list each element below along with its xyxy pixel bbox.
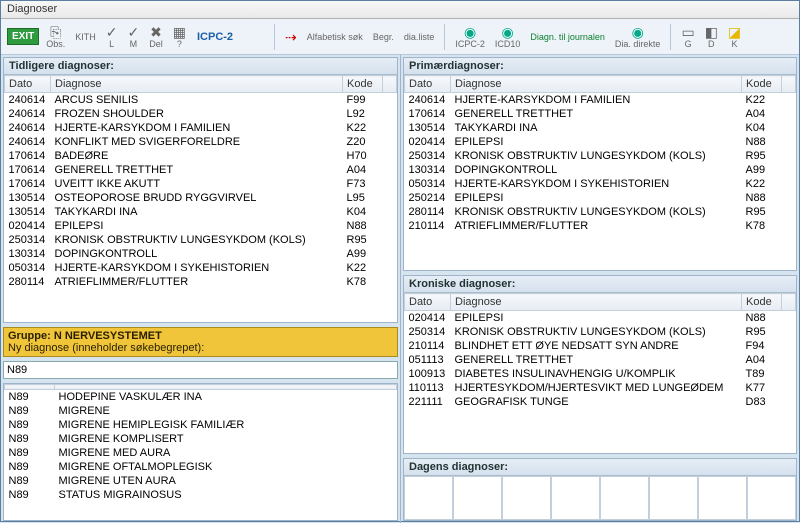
- table-row[interactable]: N89MIGRENE UTEN AURA: [5, 474, 397, 488]
- table-row[interactable]: 240614HJERTE-KARSYKDOM I FAMILIENK22: [5, 121, 397, 135]
- table-row[interactable]: 210114BLINDHET ETT ØYE NEDSATT SYN ANDRE…: [405, 339, 796, 353]
- col-dato[interactable]: Dato: [405, 294, 451, 311]
- table-row[interactable]: 110113HJERTESYKDOM/HJERTESVIKT MED LUNGE…: [405, 381, 796, 395]
- toolbar-K[interactable]: ◪K: [725, 22, 744, 52]
- table-row[interactable]: 170614GENERELL TRETTHETA04: [5, 163, 397, 177]
- table-row[interactable]: 130314DOPINGKONTROLLA99: [5, 247, 397, 261]
- col-dato[interactable]: Dato: [405, 76, 451, 93]
- col-code[interactable]: [5, 385, 55, 390]
- table-row[interactable]: N89MIGRENE MED AURA: [5, 446, 397, 460]
- toolbar-del[interactable]: ✖Del: [146, 22, 166, 52]
- primaer-table[interactable]: Dato Diagnose Kode 240614HJERTE-KARSYKDO…: [404, 75, 796, 270]
- table-row[interactable]: N89MIGRENE HEMIPLEGISK FAMILIÆR: [5, 418, 397, 432]
- table-row[interactable]: N89HODEPINE VASKULÆR INA: [5, 390, 397, 405]
- toolbar-separator: [274, 24, 275, 50]
- table-row[interactable]: N89MIGRENE: [5, 404, 397, 418]
- toolbar-L[interactable]: ✓L: [103, 22, 121, 52]
- table-row[interactable]: 170614GENERELL TRETTHETA04: [405, 107, 796, 121]
- toolbar-begr[interactable]: Begr.: [370, 22, 397, 52]
- table-row[interactable]: 130314DOPINGKONTROLLA99: [405, 163, 796, 177]
- toolbar-D[interactable]: ◧D: [702, 22, 721, 52]
- icpc2-label: ICPC-2: [197, 31, 233, 43]
- table-row[interactable]: N89MIGRENE OFTALMOPLEGISK: [5, 460, 397, 474]
- col-diagnose[interactable]: Diagnose: [451, 76, 742, 93]
- table-row[interactable]: 130514TAKYKARDI INAK04: [5, 205, 397, 219]
- kroniske-title: Kroniske diagnoser:: [404, 276, 796, 293]
- col-kode[interactable]: Kode: [343, 76, 383, 93]
- table-row[interactable]: 240614KONFLIKT MED SVIGERFORELDREZ20: [5, 135, 397, 149]
- toolbar-arrow[interactable]: ⇢: [282, 22, 300, 52]
- table-row[interactable]: 130514OSTEOPOROSE BRUDD RYGGVIRVELL95: [5, 191, 397, 205]
- ny-diagnose-table[interactable]: N89HODEPINE VASKULÆR INAN89MIGRENEN89MIG…: [4, 384, 397, 520]
- toolbar-obs[interactable]: ⎘Obs.: [43, 22, 68, 52]
- toolbar-icpc2[interactable]: ◉ICPC-2: [452, 22, 488, 52]
- table-row[interactable]: 050314HJERTE-KARSYKDOM I SYKEHISTORIENK2…: [405, 177, 796, 191]
- table-row[interactable]: 250214EPILEPSIN88: [405, 191, 796, 205]
- exit-button[interactable]: EXIT: [7, 28, 39, 45]
- table-row[interactable]: N89MIGRENE KOMPLISERT: [5, 432, 397, 446]
- ny-diagnose-panel: N89HODEPINE VASKULÆR INAN89MIGRENEN89MIG…: [3, 383, 398, 521]
- toolbar-tojournal[interactable]: Diagn. til journalen: [527, 22, 608, 52]
- table-row[interactable]: 280114KRONISK OBSTRUKTIV LUNGESYKDOM (KO…: [405, 205, 796, 219]
- table-row[interactable]: 210114ATRIEFLIMMER/FLUTTERK78: [405, 219, 796, 233]
- table-row[interactable]: 100913DIABETES INSULINAVHENGIG U/KOMPLIK…: [405, 367, 796, 381]
- table-row[interactable]: 020414EPILEPSIN88: [405, 311, 796, 326]
- dagens-title: Dagens diagnoser:: [404, 459, 796, 476]
- col-dato[interactable]: Dato: [5, 76, 51, 93]
- kroniske-table[interactable]: Dato Diagnose Kode 020414EPILEPSIN882503…: [404, 293, 796, 453]
- tidligere-title: Tidligere diagnoser:: [4, 58, 397, 75]
- table-row[interactable]: 250314KRONISK OBSTRUKTIV LUNGESYKDOM (KO…: [405, 325, 796, 339]
- table-row[interactable]: 250314KRONISK OBSTRUKTIV LUNGESYKDOM (KO…: [5, 233, 397, 247]
- table-row[interactable]: 020414EPILEPSIN88: [5, 219, 397, 233]
- table-row[interactable]: 050314HJERTE-KARSYKDOM I SYKEHISTORIENK2…: [5, 261, 397, 275]
- table-row[interactable]: 170614BADEØREH70: [5, 149, 397, 163]
- col-desc[interactable]: [55, 385, 397, 390]
- toolbar-help[interactable]: ▦?: [170, 22, 189, 52]
- ny-diagnose-header: Gruppe: N NERVESYSTEMET Ny diagnose (inn…: [3, 327, 398, 357]
- toolbar-diadirekte[interactable]: ◉Dia. direkte: [612, 22, 664, 52]
- col-end: [782, 294, 796, 311]
- window-titlebar: Diagnoser: [1, 1, 799, 19]
- col-diagnose[interactable]: Diagnose: [451, 294, 742, 311]
- tidligere-panel: Tidligere diagnoser: Dato Diagnose Kode …: [3, 57, 398, 323]
- col-diagnose[interactable]: Diagnose: [51, 76, 343, 93]
- toolbar-alphasearch[interactable]: Alfabetisk søk: [304, 22, 366, 52]
- table-row[interactable]: 130514TAKYKARDI INAK04: [405, 121, 796, 135]
- tidligere-table[interactable]: Dato Diagnose Kode 240614ARCUS SENILISF9…: [4, 75, 397, 322]
- toolbar-G[interactable]: ▭G: [678, 22, 697, 52]
- toolbar-kith[interactable]: KITH: [72, 22, 99, 52]
- group-label: Gruppe: N NERVESYSTEMET: [8, 330, 393, 342]
- table-row[interactable]: 280114ATRIEFLIMMER/FLUTTERK78: [5, 275, 397, 289]
- table-row[interactable]: 240614HJERTE-KARSYKDOM I FAMILIENK22: [405, 93, 796, 108]
- ny-diagnose-sublabel: Ny diagnose (inneholder søkebegrepet):: [8, 342, 393, 354]
- col-kode[interactable]: Kode: [742, 76, 782, 93]
- primaer-panel: Primærdiagnoser: Dato Diagnose Kode 2406…: [403, 57, 797, 271]
- toolbar-separator: [444, 24, 445, 50]
- table-row[interactable]: 250314KRONISK OBSTRUKTIV LUNGESYKDOM (KO…: [405, 149, 796, 163]
- toolbar: EXIT ⎘Obs. KITH ✓L ✓M ✖Del ▦? ICPC-2 ⇢ A…: [1, 19, 799, 55]
- search-input[interactable]: [3, 361, 398, 379]
- col-kode[interactable]: Kode: [742, 294, 782, 311]
- table-row[interactable]: 221111GEOGRAFISK TUNGED83: [405, 395, 796, 409]
- table-row[interactable]: 240614FROZEN SHOULDERL92: [5, 107, 397, 121]
- table-row[interactable]: 051113GENERELL TRETTHETA04: [405, 353, 796, 367]
- toolbar-icd10[interactable]: ◉ICD10: [492, 22, 524, 52]
- primaer-title: Primærdiagnoser:: [404, 58, 796, 75]
- dagens-grid[interactable]: [404, 476, 796, 520]
- toolbar-separator: [670, 24, 671, 50]
- window-title: Diagnoser: [7, 3, 57, 15]
- table-row[interactable]: 170614UVEITT IKKE AKUTTF73: [5, 177, 397, 191]
- col-end: [383, 76, 397, 93]
- dagens-panel: Dagens diagnoser:: [403, 458, 797, 521]
- kroniske-panel: Kroniske diagnoser: Dato Diagnose Kode 0…: [403, 275, 797, 454]
- col-end: [782, 76, 796, 93]
- table-row[interactable]: N89STATUS MIGRAINOSUS: [5, 488, 397, 502]
- toolbar-M[interactable]: ✓M: [125, 22, 143, 52]
- table-row[interactable]: 020414EPILEPSIN88: [405, 135, 796, 149]
- table-row[interactable]: 240614ARCUS SENILISF99: [5, 93, 397, 108]
- toolbar-dialiste[interactable]: dia.liste: [401, 22, 438, 52]
